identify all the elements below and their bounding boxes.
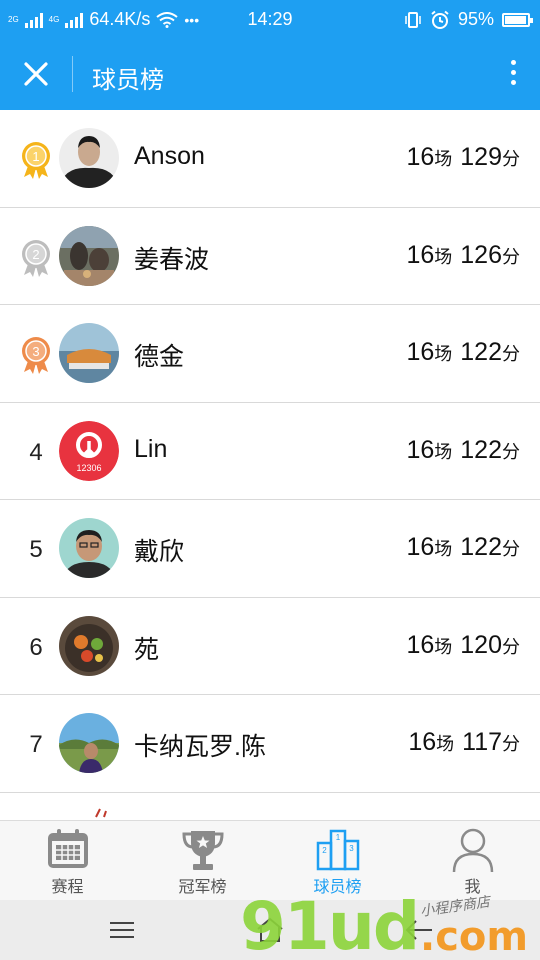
games-unit: 场 <box>434 149 453 169</box>
list-item[interactable]: 3 德金 16场 122分 <box>0 305 540 403</box>
games-count: 16 <box>406 630 435 659</box>
player-name: 苑 <box>134 635 160 664</box>
games-count: 16 <box>406 533 435 561</box>
player-stats: 16场 122分 <box>406 436 520 465</box>
battery-icon <box>502 12 533 27</box>
player-stats: 16场 120分 <box>406 631 520 660</box>
close-icon[interactable] <box>14 52 58 96</box>
player-name: Anson <box>134 142 205 170</box>
avatar <box>59 713 119 773</box>
watermark-domain: .com <box>420 914 529 960</box>
watermark-logo: 91ud 小程序商店 .com <box>240 888 540 960</box>
list-item[interactable]: 6 苑 16场 120分 <box>0 598 540 695</box>
svg-text:2: 2 <box>322 846 327 855</box>
avatar <box>59 225 119 286</box>
gold-medal-icon: 1 <box>22 142 50 179</box>
points-count: 120 <box>460 630 502 659</box>
player-stats: 16场 126分 <box>406 241 520 270</box>
points-unit: 分 <box>502 441 520 462</box>
games-unit: 场 <box>434 636 453 657</box>
player-stats: 16场 129分 <box>406 143 520 172</box>
avatar <box>59 518 119 578</box>
player-name: 戴欣 <box>134 538 185 566</box>
avatar <box>59 128 119 188</box>
points-count: 117 <box>462 728 502 756</box>
avatar-text: 12306 <box>76 463 101 473</box>
games-unit: 场 <box>434 246 453 267</box>
points-unit: 分 <box>502 539 520 559</box>
games-count: 16 <box>408 728 437 756</box>
page-title: 球员榜 <box>92 67 164 94</box>
header-divider <box>72 56 73 92</box>
svg-text:3: 3 <box>349 844 354 853</box>
points-count: 126 <box>460 240 502 269</box>
user-icon <box>452 828 493 873</box>
games-count: 16 <box>406 143 435 171</box>
points-unit: 分 <box>502 149 520 169</box>
points-count: 129 <box>460 143 502 171</box>
player-name: Lin <box>134 434 168 463</box>
avatar <box>59 323 119 383</box>
svg-text:1: 1 <box>335 833 340 842</box>
tab-label: 赛程 <box>51 879 84 896</box>
vibrate-icon <box>405 11 421 28</box>
status-right: 95% <box>404 9 533 30</box>
points-unit: 分 <box>502 734 520 754</box>
list-item[interactable]: 4 12306 Lin 16场 122分 <box>0 403 540 500</box>
medal-number: 2 <box>32 247 39 262</box>
player-stats: 16场 117分 <box>408 728 520 757</box>
watermark-digits: 91ud <box>240 888 420 960</box>
avatar: 12306 <box>59 420 119 481</box>
points-count: 122 <box>460 435 502 464</box>
games-unit: 场 <box>434 441 453 462</box>
points-unit: 分 <box>502 344 520 364</box>
alarm-icon <box>431 10 449 29</box>
medal-number: 1 <box>32 149 39 164</box>
trophy-icon <box>181 831 224 870</box>
games-unit: 场 <box>434 344 453 364</box>
list-item[interactable]: 5 戴欣 16场 122分 <box>0 500 540 598</box>
list-item[interactable]: 2 姜春波 16场 126分 <box>0 208 540 305</box>
calendar-icon <box>47 829 88 868</box>
app-header: 球员榜 <box>0 38 540 110</box>
games-count: 16 <box>406 240 435 269</box>
bronze-medal-icon: 3 <box>22 337 50 374</box>
games-unit: 场 <box>434 539 453 559</box>
points-unit: 分 <box>502 636 520 657</box>
rank-number: 6 <box>29 633 43 661</box>
points-unit: 分 <box>502 246 520 267</box>
avatar <box>59 615 119 676</box>
more-vertical-icon[interactable] <box>506 56 520 92</box>
podium-icon: 1 2 3 <box>316 829 359 871</box>
list-item[interactable] <box>0 793 540 821</box>
player-list: 1 Anson 16场 129分 2 姜春波 16场 126分 3 德金 16场… <box>0 110 540 820</box>
avatar-partial <box>95 808 107 817</box>
rank-number: 4 <box>29 438 43 466</box>
list-item[interactable]: 7 卡纳瓦罗.陈 16场 117分 <box>0 695 540 793</box>
games-count: 16 <box>406 338 435 366</box>
games-count: 16 <box>406 435 435 464</box>
list-item[interactable]: 1 Anson 16场 129分 <box>0 110 540 208</box>
player-stats: 16场 122分 <box>406 338 520 367</box>
points-count: 122 <box>460 338 502 366</box>
rank-number: 7 <box>29 731 43 758</box>
player-name: 德金 <box>134 343 185 371</box>
player-name: 卡纳瓦罗.陈 <box>134 733 266 761</box>
menu-icon[interactable] <box>108 920 136 940</box>
player-stats: 16场 122分 <box>406 533 520 562</box>
player-name: 姜春波 <box>134 245 210 274</box>
rank-number: 5 <box>29 536 43 563</box>
tab-schedule[interactable]: 赛程 <box>0 821 135 900</box>
battery-percent: 95% <box>457 9 494 29</box>
battery-fill <box>505 15 526 24</box>
points-count: 122 <box>460 533 502 561</box>
medal-number: 3 <box>32 344 39 359</box>
silver-medal-icon: 2 <box>22 239 50 277</box>
status-bar: 2G 4G 64.4K/s ••• 14:29 95% <box>0 0 540 38</box>
games-unit: 场 <box>436 734 455 754</box>
